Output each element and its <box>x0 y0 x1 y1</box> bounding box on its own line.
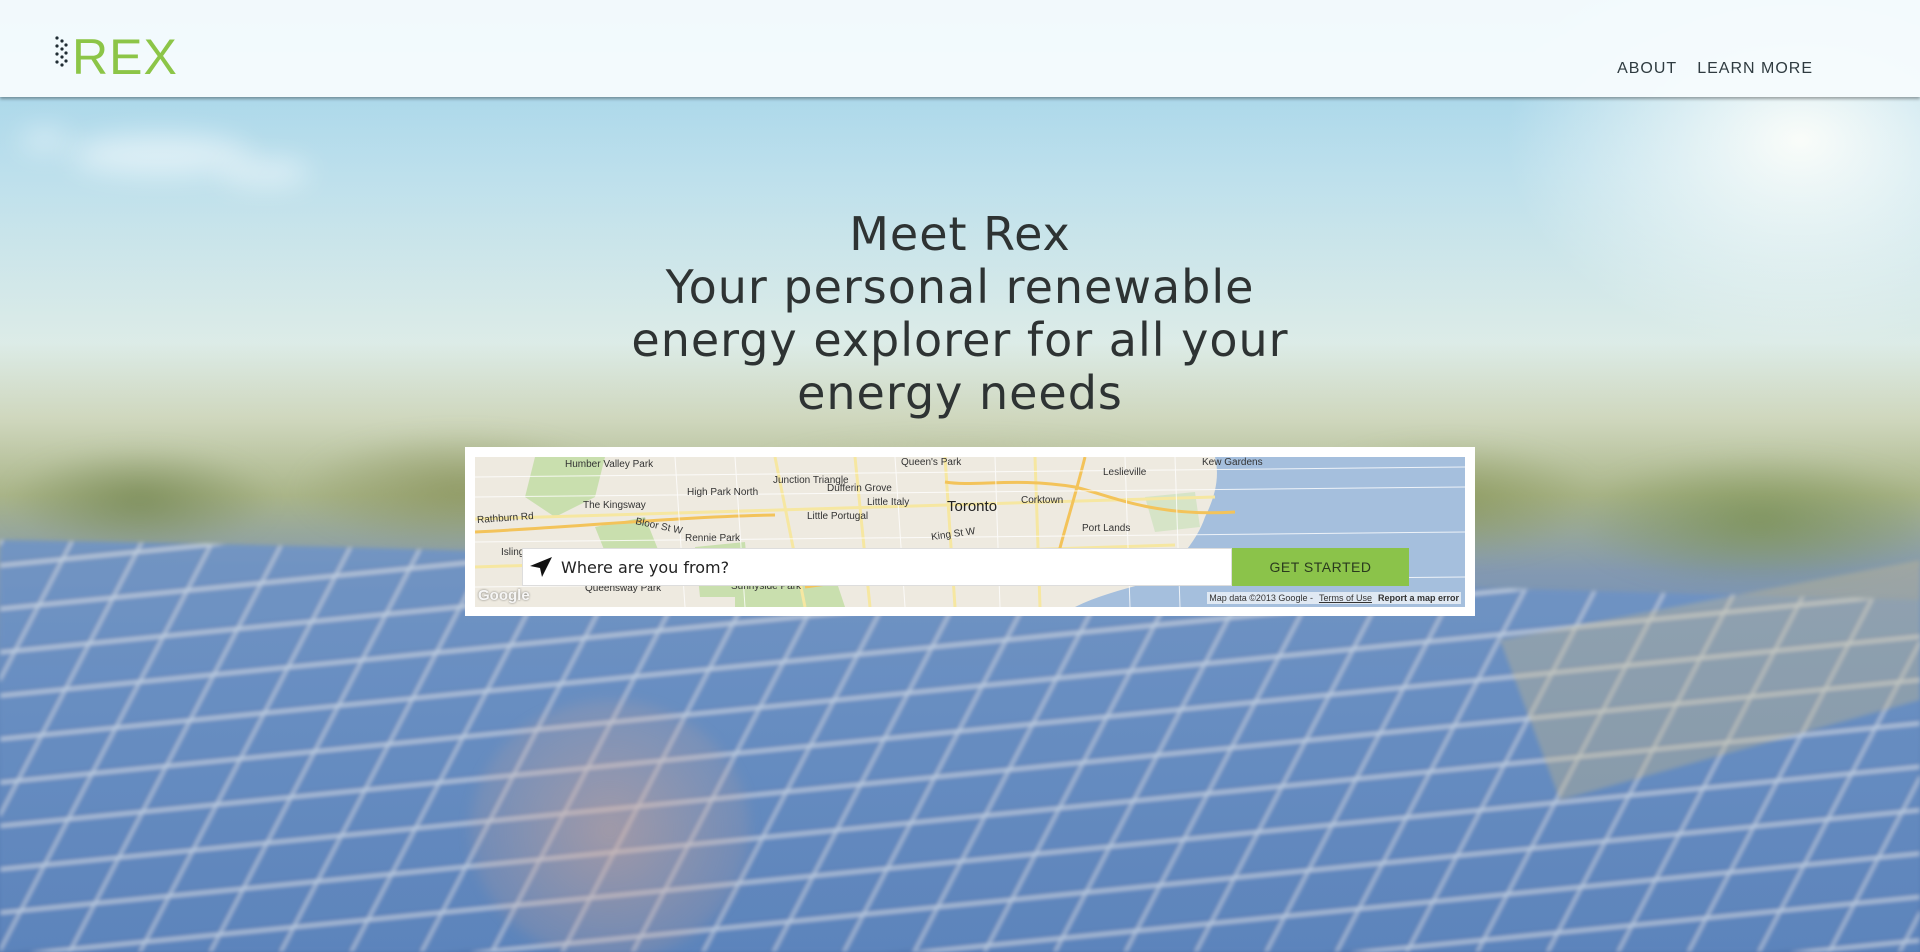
location-search: GET STARTED <box>522 548 1409 586</box>
hero-title: Meet Rex <box>849 207 1071 261</box>
map-label: Port Lands <box>1082 523 1131 534</box>
search-box <box>522 548 1232 586</box>
map-label: Queen's Park <box>901 457 962 468</box>
site-header: REX ABOUT LEARN MORE <box>0 0 1920 97</box>
map-label: The Kingsway <box>583 500 646 511</box>
map-label: Corktown <box>1021 495 1064 506</box>
location-input[interactable] <box>559 550 1231 584</box>
map-data-text: Map data ©2013 Google - <box>1209 593 1313 603</box>
hero-tagline-line-1: Your personal renewable <box>665 260 1255 314</box>
rex-logo[interactable]: REX <box>54 30 186 84</box>
main-nav: ABOUT LEARN MORE <box>1617 60 1813 78</box>
map-label: Little Italy <box>867 497 910 508</box>
logo-text: REX <box>72 29 178 85</box>
map-label: Little Portugal <box>807 511 869 522</box>
map-label: Leslieville <box>1103 467 1147 478</box>
map-label: High Park North <box>687 487 759 498</box>
nav-about[interactable]: ABOUT <box>1617 60 1677 78</box>
hero-tagline-line-2: energy explorer for all your <box>631 313 1289 367</box>
report-map-error-link[interactable]: Report a map error <box>1378 593 1459 603</box>
location-arrow-icon[interactable] <box>523 549 559 585</box>
map-card: Humber Valley Park The Kingsway High Par… <box>465 447 1475 616</box>
google-logo[interactable]: Google <box>478 587 530 604</box>
map-label: Kew Gardens <box>1202 457 1263 468</box>
hero-tagline-line-3: energy needs <box>797 366 1123 420</box>
terms-of-use-link[interactable]: Terms of Use <box>1319 593 1372 603</box>
get-started-button[interactable]: GET STARTED <box>1232 548 1409 586</box>
map-label: Rennie Park <box>685 533 741 544</box>
map-label-toronto: Toronto <box>947 498 998 515</box>
map-label: Dufferin Grove <box>827 483 892 494</box>
hero-headline: Meet Rex Your personal renewable energy … <box>560 208 1360 420</box>
map-label: Humber Valley Park <box>565 459 654 470</box>
nav-learn-more[interactable]: LEARN MORE <box>1697 60 1813 78</box>
map-attribution: Map data ©2013 Google - Terms of Use Rep… <box>1207 592 1461 604</box>
